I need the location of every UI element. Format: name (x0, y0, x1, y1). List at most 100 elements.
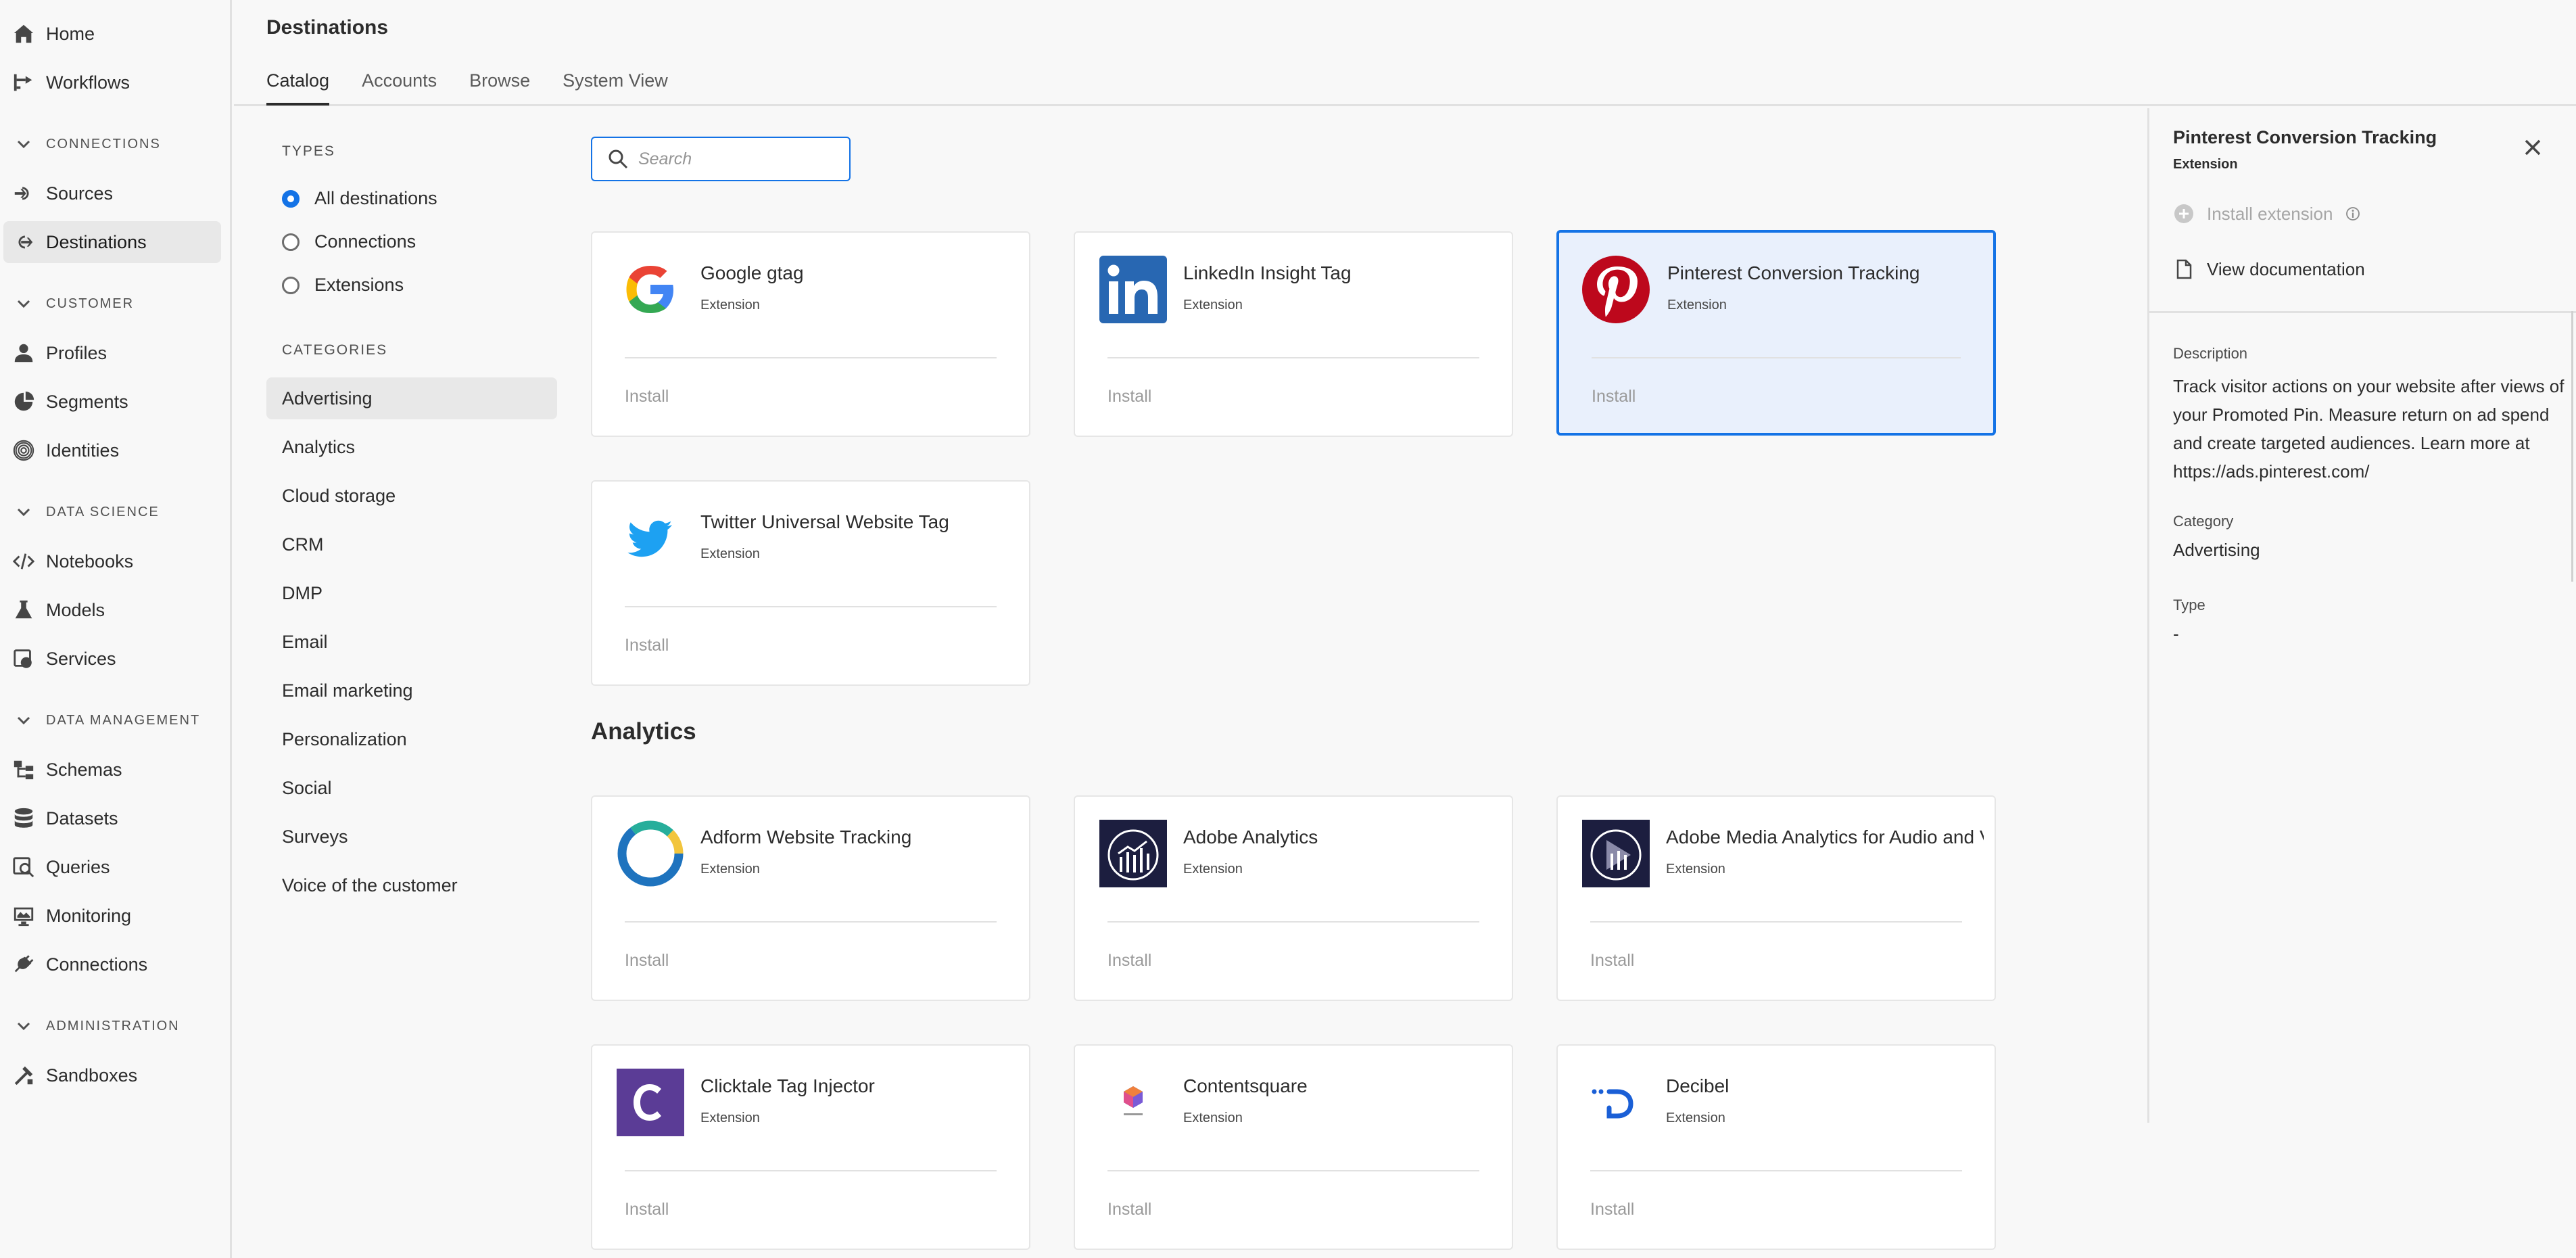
radio-button[interactable] (282, 189, 300, 208)
card-divider (625, 1170, 997, 1171)
search-input[interactable] (638, 149, 841, 169)
card-divider (1590, 921, 1962, 923)
category-personalization[interactable]: Personalization (266, 718, 557, 760)
nav-item-connections[interactable]: Connections (3, 944, 221, 985)
radio-button[interactable] (282, 233, 300, 251)
card-divider (625, 606, 997, 607)
nav-section-customer[interactable]: CUSTOMER (15, 290, 134, 317)
info-icon[interactable] (2345, 206, 2361, 222)
tab-catalog[interactable]: Catalog (266, 70, 330, 106)
panel-title: Pinterest Conversion Tracking (2173, 127, 2437, 147)
database-icon (7, 797, 41, 839)
search-icon (609, 149, 628, 169)
google-logo (617, 256, 684, 323)
install-button[interactable]: Install (625, 951, 669, 971)
install-button[interactable]: Install (1107, 1200, 1151, 1219)
radio-button[interactable] (282, 276, 300, 294)
left-navigation: Home Workflows CONNECTIONS Sources Desti… (0, 0, 232, 1258)
install-extension-button[interactable]: Install extension (2173, 203, 2373, 225)
destination-card-contentsquare[interactable]: Contentsquare Extension Install (1074, 1044, 1513, 1250)
nav-item-profiles[interactable]: Profiles (3, 332, 221, 374)
category-crm[interactable]: CRM (266, 523, 557, 565)
card-subtitle: Extension (1183, 1111, 1243, 1125)
card-title: Clicktale Tag Injector (700, 1075, 875, 1096)
install-button[interactable]: Install (1590, 951, 1634, 971)
category-surveys[interactable]: Surveys (266, 816, 557, 858)
nav-item-destinations[interactable]: Destinations (3, 221, 221, 263)
radio-all-destinations[interactable]: All destinations (282, 188, 437, 209)
install-button[interactable]: Install (625, 636, 669, 655)
destination-card-decibel[interactable]: Decibel Extension Install (1556, 1044, 1996, 1250)
nav-section-data-science[interactable]: DATA SCIENCE (15, 498, 160, 526)
destination-card-twitter[interactable]: Twitter Universal Website Tag Extension … (591, 480, 1030, 686)
radio-extensions[interactable]: Extensions (282, 275, 404, 296)
category-social[interactable]: Social (266, 767, 557, 809)
types-heading: TYPES (282, 143, 335, 159)
description-label: Description (2173, 345, 2248, 362)
type-value: - (2173, 624, 2179, 644)
nav-item-identities[interactable]: Identities (3, 429, 221, 471)
destination-card-clicktale[interactable]: Clicktale Tag Injector Extension Install (591, 1044, 1030, 1250)
nav-label: Workflows (46, 72, 130, 93)
twitter-logo (617, 505, 684, 572)
nav-item-notebooks[interactable]: Notebooks (3, 540, 221, 582)
monitor-icon (7, 895, 41, 937)
workflow-icon (7, 62, 41, 103)
nav-section-data-management[interactable]: DATA MANAGEMENT (15, 707, 200, 734)
install-button[interactable]: Install (1107, 951, 1151, 971)
card-divider (1107, 1170, 1479, 1171)
nav-item-monitoring[interactable]: Monitoring (3, 895, 221, 937)
category-email-marketing[interactable]: Email marketing (266, 670, 557, 712)
contentsquare-logo (1099, 1069, 1167, 1136)
install-button[interactable]: Install (1590, 1200, 1634, 1219)
nav-section-administration[interactable]: ADMINISTRATION (15, 1012, 180, 1040)
nav-item-workflows[interactable]: Workflows (3, 62, 221, 103)
category-voice-of-the-customer[interactable]: Voice of the customer (266, 864, 557, 906)
tab-accounts[interactable]: Accounts (362, 70, 437, 105)
search-field[interactable] (591, 137, 851, 181)
beaker-icon (7, 589, 41, 631)
nav-item-sandboxes[interactable]: Sandboxes (3, 1054, 221, 1096)
card-divider (1590, 1170, 1962, 1171)
nav-item-queries[interactable]: Queries (3, 846, 221, 888)
tab-browse[interactable]: Browse (469, 70, 530, 105)
tab-system-view[interactable]: System View (563, 70, 668, 105)
card-title: Contentsquare (1183, 1075, 1308, 1096)
card-subtitle: Extension (700, 862, 760, 877)
destination-card-google-gtag[interactable]: Google gtag Extension Install (591, 231, 1030, 437)
catalog-main: Google gtag Extension Install LinkedIn I… (538, 108, 2147, 1258)
category-cloud-storage[interactable]: Cloud storage (266, 475, 557, 517)
nav-section-connections[interactable]: CONNECTIONS (15, 131, 161, 158)
install-button[interactable]: Install (1592, 387, 1636, 406)
category-advertising[interactable]: Advertising (266, 377, 557, 419)
nav-item-sources[interactable]: Sources (3, 172, 221, 214)
filter-panel: TYPES All destinations Connections Exten… (234, 108, 557, 1258)
install-button[interactable]: Install (625, 387, 669, 406)
nav-item-datasets[interactable]: Datasets (3, 797, 221, 839)
radio-connections[interactable]: Connections (282, 231, 416, 252)
document-icon (2176, 259, 2192, 279)
destination-card-adobe-analytics[interactable]: Adobe Analytics Extension Install (1074, 795, 1513, 1001)
category-dmp[interactable]: DMP (266, 572, 557, 614)
install-button[interactable]: Install (1107, 387, 1151, 406)
nav-item-services[interactable]: Services (3, 638, 221, 680)
view-documentation-link[interactable]: View documentation (2173, 258, 2365, 280)
card-divider (1107, 357, 1479, 358)
close-button[interactable] (2522, 137, 2544, 158)
category-email[interactable]: Email (266, 621, 557, 663)
destination-card-adobe-media-analytics[interactable]: Adobe Media Analytics for Audio and V Ex… (1556, 795, 1996, 1001)
nav-item-models[interactable]: Models (3, 589, 221, 631)
card-subtitle: Extension (1666, 1111, 1725, 1125)
nav-item-schemas[interactable]: Schemas (3, 749, 221, 791)
destination-card-adform[interactable]: Adform Website Tracking Extension Instal… (591, 795, 1030, 1001)
nav-item-segments[interactable]: Segments (3, 381, 221, 423)
close-icon (2525, 139, 2541, 156)
nav-item-home[interactable]: Home (3, 13, 221, 55)
destination-card-linkedin[interactable]: LinkedIn Insight Tag Extension Install (1074, 231, 1513, 437)
category-analytics[interactable]: Analytics (266, 426, 557, 468)
card-subtitle: Extension (700, 1111, 760, 1125)
destination-card-pinterest[interactable]: Pinterest Conversion Tracking Extension … (1556, 230, 1996, 436)
segment-icon (7, 381, 41, 423)
panel-scrollbar[interactable] (2571, 311, 2573, 582)
install-button[interactable]: Install (625, 1200, 669, 1219)
